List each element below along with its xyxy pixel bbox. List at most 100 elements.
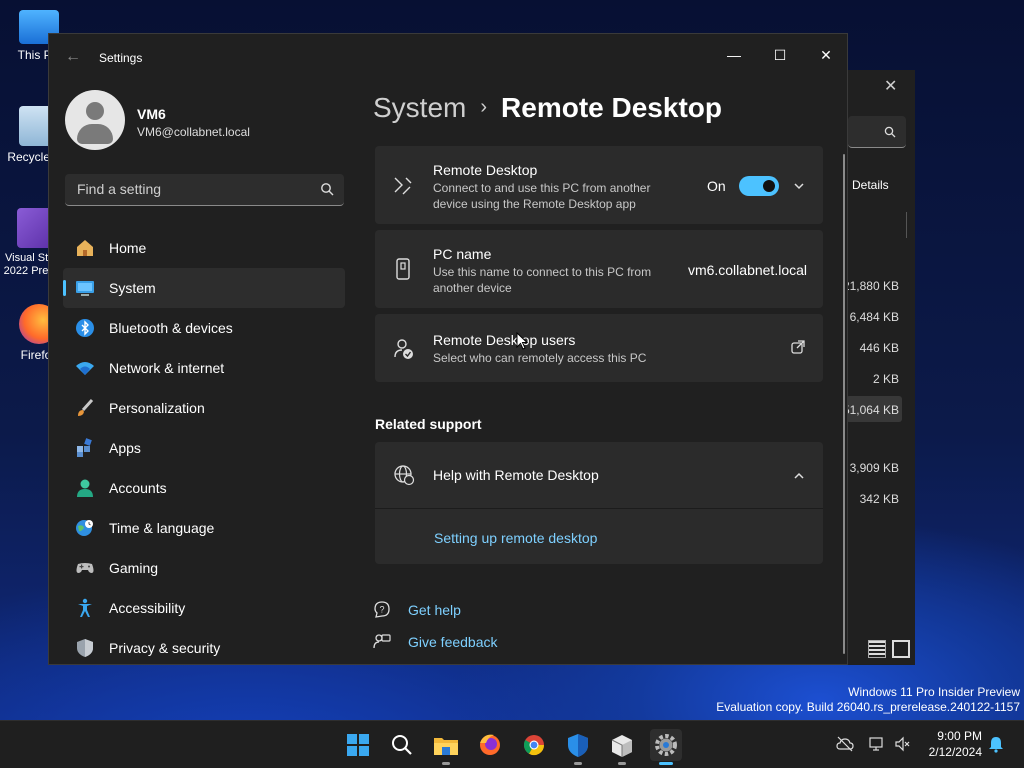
toggle-state-label: On: [707, 178, 726, 194]
cloud-offline-icon[interactable]: [836, 735, 854, 753]
start-button[interactable]: [342, 729, 374, 761]
chrome-icon: [523, 735, 545, 756]
taskbar-chrome[interactable]: [518, 729, 550, 761]
maximize-button[interactable]: ☐: [757, 40, 803, 70]
nav-item-accessibility[interactable]: Accessibility: [63, 588, 345, 628]
page-title: Remote Desktop: [501, 92, 722, 123]
details-button[interactable]: Details: [852, 178, 889, 192]
active-indicator: [63, 280, 66, 296]
pc-name-description: Use this name to connect to this PC from…: [433, 265, 652, 295]
close-icon[interactable]: ✕: [884, 76, 897, 96]
background-explorer-window[interactable]: ✕ Details 21,880 KB 6,484 KB 446 KB 2 KB…: [840, 70, 915, 665]
help-title: Help with Remote Desktop: [433, 467, 599, 483]
accessibility-icon: [78, 598, 92, 617]
file-explorer-icon: [434, 738, 458, 755]
settings-icon: [655, 734, 677, 756]
file-size: 446 KB: [859, 341, 899, 355]
search-icon: [392, 735, 412, 755]
taskbar-defender[interactable]: [562, 729, 594, 765]
file-size: 342 KB: [859, 492, 899, 506]
user-email: VM6@collabnet.local: [137, 125, 250, 139]
scrollbar[interactable]: [843, 154, 845, 654]
setting-up-remote-desktop-link[interactable]: Setting up remote desktop: [434, 530, 597, 546]
taskbar-firefox[interactable]: [474, 729, 506, 761]
nav-item-personalization[interactable]: Personalization: [63, 388, 345, 428]
breadcrumb-parent[interactable]: System: [373, 92, 466, 123]
user-check-icon: [394, 339, 413, 359]
taskbar-settings[interactable]: [650, 729, 682, 765]
chevron-down-icon[interactable]: [793, 180, 805, 192]
title-bar[interactable]: ← Settings — ☐ ✕: [49, 34, 847, 82]
notification-bell-icon[interactable]: [988, 735, 1004, 753]
feedback-icon: [373, 634, 391, 649]
nav-item-network[interactable]: Network & internet: [63, 348, 345, 388]
pc-name-value: vm6.collabnet.local: [687, 262, 807, 278]
view-buttons: [868, 640, 911, 663]
open-external-icon[interactable]: [791, 340, 805, 354]
search-input[interactable]: [75, 180, 309, 198]
pc-name-title: PC name: [433, 246, 492, 262]
file-size: 6,484 KB: [849, 310, 899, 324]
nav-item-time-language[interactable]: Time & language: [63, 508, 345, 548]
get-help-link[interactable]: Get help: [408, 602, 461, 618]
users-description: Select who can remotely access this PC: [433, 351, 647, 365]
back-arrow-icon[interactable]: ←: [65, 48, 81, 66]
remote-desktop-users-card[interactable]: Remote Desktop users Select who can remo…: [375, 314, 823, 382]
file-size: 3,909 KB: [849, 461, 899, 475]
search-icon: [884, 126, 896, 138]
taskbar-search-button[interactable]: [386, 729, 418, 761]
divider: [375, 508, 823, 509]
pc-tower-icon: [396, 258, 410, 280]
find-setting-search[interactable]: [65, 174, 344, 206]
nav-item-privacy-security[interactable]: Privacy & security: [63, 628, 345, 664]
system-clock[interactable]: 9:00 PM 2/12/2024: [920, 728, 982, 760]
gamepad-icon: [76, 563, 94, 573]
svg-text:?: ?: [380, 605, 385, 615]
nav-item-apps[interactable]: Apps: [63, 428, 345, 468]
accounts-icon: [77, 479, 93, 497]
nav-item-home[interactable]: Home: [63, 228, 345, 268]
file-size: 21,880 KB: [842, 279, 899, 293]
related-support-heading: Related support: [375, 416, 482, 432]
user-name: VM6: [137, 106, 166, 122]
package-icon: [611, 735, 632, 757]
remote-desktop-description: Connect to and use this PC from another …: [433, 181, 651, 211]
help-header[interactable]: Help with Remote Desktop: [375, 442, 823, 508]
give-feedback-link[interactable]: Give feedback: [408, 634, 498, 650]
window-title: Settings: [99, 51, 143, 65]
nav-item-bluetooth[interactable]: Bluetooth & devices: [63, 308, 345, 348]
taskbar: 9:00 PM 2/12/2024: [0, 720, 1024, 768]
breadcrumb: System › Remote Desktop: [373, 92, 722, 124]
avatar: [65, 90, 125, 150]
taskbar-file-explorer[interactable]: [430, 729, 462, 765]
get-help-row[interactable]: ? Get help: [373, 600, 461, 623]
help-card: Help with Remote Desktop Setting up remo…: [375, 442, 823, 564]
help-bubble-icon: ?: [374, 601, 390, 618]
shield-icon: [77, 639, 93, 657]
tiles-view-icon[interactable]: [892, 640, 911, 658]
remote-desktop-card[interactable]: Remote Desktop Connect to and use this P…: [375, 146, 823, 224]
users-title: Remote Desktop users: [433, 332, 576, 348]
globe-help-icon: [394, 465, 415, 486]
network-icon[interactable]: [868, 735, 886, 753]
chevron-up-icon[interactable]: [793, 470, 805, 482]
details-view-icon[interactable]: [868, 640, 886, 658]
bluetooth-icon: [76, 319, 94, 337]
nav-item-accounts[interactable]: Accounts: [63, 468, 345, 508]
volume-muted-icon[interactable]: [894, 735, 912, 753]
nav-list: Home System Bluetooth & devices Network …: [63, 228, 345, 664]
brush-icon: [78, 398, 94, 416]
remote-desktop-icon: [394, 177, 412, 195]
nav-item-gaming[interactable]: Gaming: [63, 548, 345, 588]
nav-item-system[interactable]: System: [63, 268, 345, 308]
windows-watermark: Windows 11 Pro Insider Preview Evaluatio…: [716, 685, 1020, 714]
close-button[interactable]: ✕: [803, 40, 847, 70]
minimize-button[interactable]: —: [711, 40, 757, 70]
defender-icon: [568, 734, 588, 757]
home-icon: [77, 240, 93, 256]
explorer-search-box[interactable]: [848, 116, 906, 148]
remote-desktop-toggle[interactable]: [739, 176, 779, 196]
give-feedback-row[interactable]: Give feedback: [373, 632, 498, 655]
taskbar-package-app[interactable]: [606, 729, 638, 765]
wifi-icon: [76, 362, 94, 375]
